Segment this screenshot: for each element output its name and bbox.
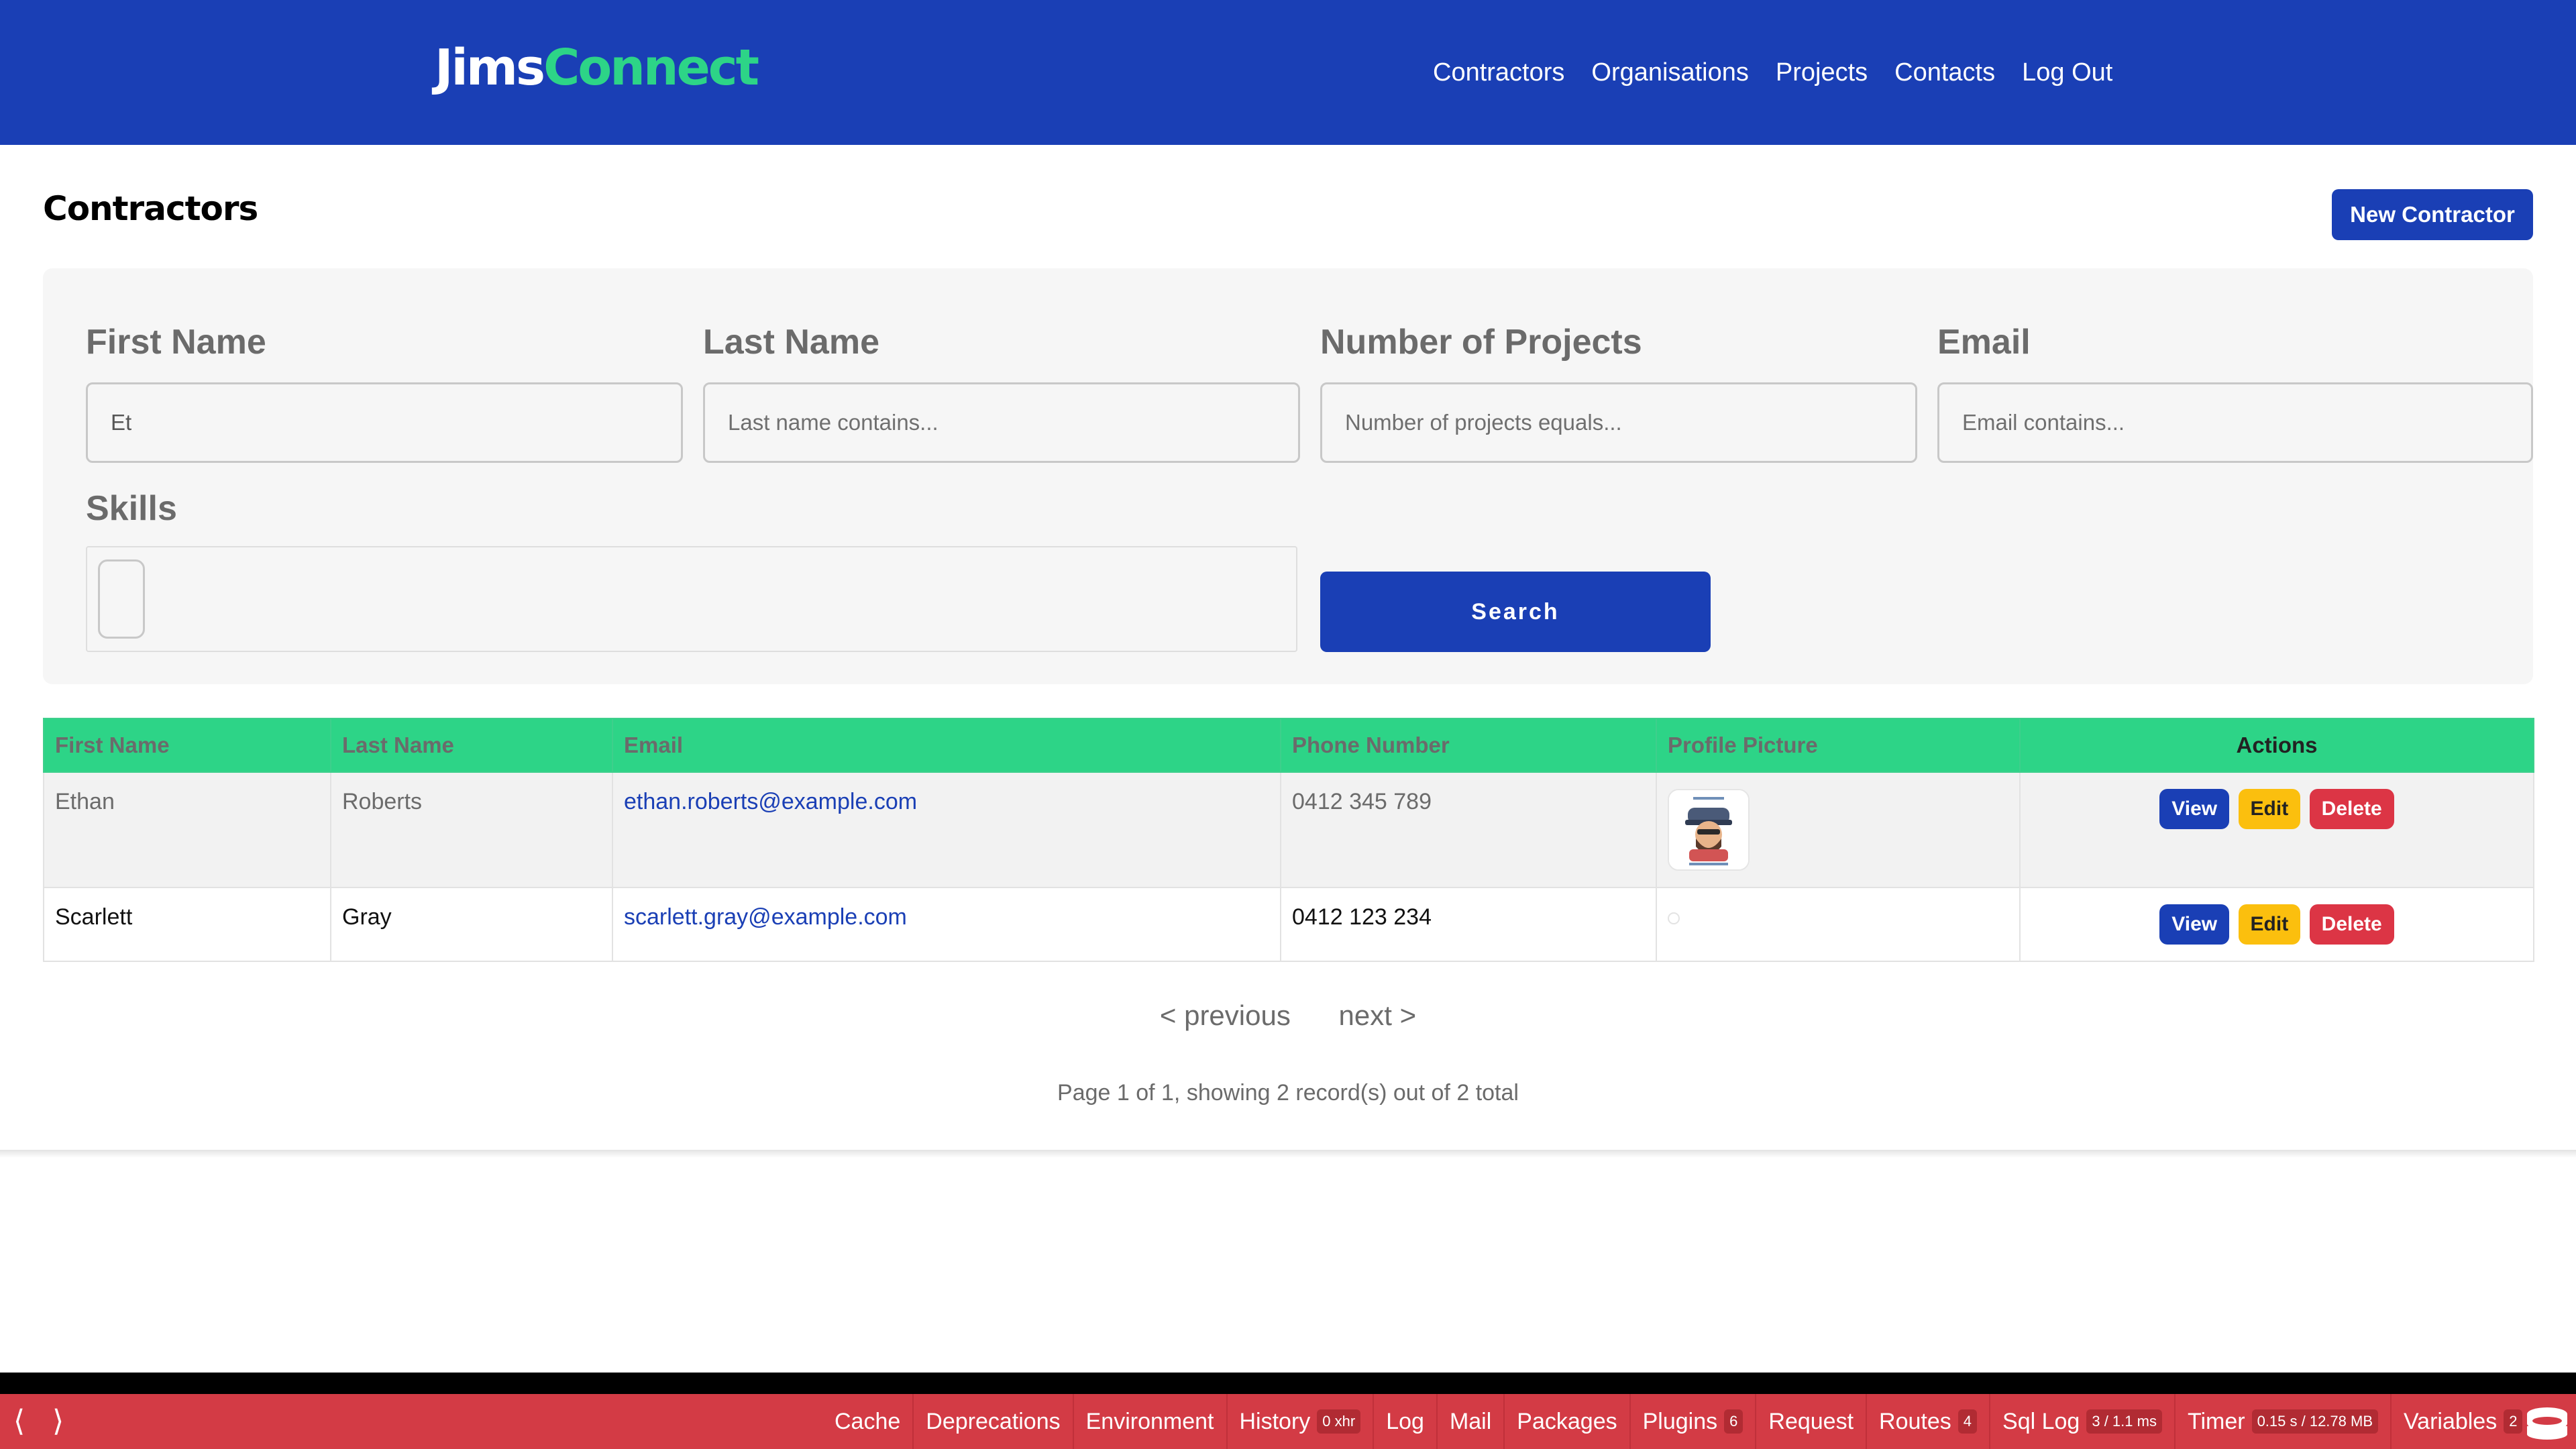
next-page-link[interactable]: next > xyxy=(1339,1000,1417,1031)
brand-logo[interactable]: JimsConnect xyxy=(435,38,759,98)
first-name-filter-input[interactable] xyxy=(86,382,683,463)
view-button[interactable]: View xyxy=(2159,789,2230,829)
contractors-table: First Name Last Name Email Phone Number … xyxy=(43,718,2534,962)
nav-projects[interactable]: Projects xyxy=(1776,52,1868,93)
row-actions: View Edit Delete xyxy=(2019,771,2534,888)
email-label: Email xyxy=(1937,323,2031,362)
cell-last-name: Roberts xyxy=(330,771,613,888)
debug-panel-packages[interactable]: Packages xyxy=(1503,1394,1629,1449)
search-button[interactable]: Search xyxy=(1320,572,1711,652)
last-name-filter-input[interactable] xyxy=(703,382,1300,463)
cell-phone: 0412 345 789 xyxy=(1280,771,1657,888)
nav-contacts[interactable]: Contacts xyxy=(1894,52,1995,93)
debug-panel-badge: 0.15 s / 12.78 MB xyxy=(2251,1409,2378,1434)
debug-panel-label: Request xyxy=(1768,1408,1854,1434)
email-link[interactable]: ethan.roberts@example.com xyxy=(624,789,917,814)
debug-panel-plugins[interactable]: Plugins 6 xyxy=(1629,1394,1756,1449)
debug-panel-label: Mail xyxy=(1449,1408,1492,1434)
broken-image-icon xyxy=(1668,912,1680,924)
chef-avatar-icon xyxy=(1669,790,1748,869)
cell-first-name: Ethan xyxy=(43,771,331,888)
nav-contractors[interactable]: Contractors xyxy=(1433,52,1564,93)
table-row: Ethan Roberts ethan.roberts@example.com … xyxy=(43,771,2534,888)
column-header[interactable]: Email xyxy=(612,718,1281,773)
skills-input[interactable] xyxy=(98,559,145,639)
edit-button[interactable]: Edit xyxy=(2238,904,2301,945)
debug-kit-toolbar: ⟨ ⟩ Cache Deprecations Environment History 0… xyxy=(0,1394,2576,1449)
debug-collapse-icon[interactable]: ⟨ xyxy=(13,1394,25,1449)
debug-panel-deprecations[interactable]: Deprecations xyxy=(912,1394,1072,1449)
column-header: Actions xyxy=(2019,718,2534,773)
view-button[interactable]: View xyxy=(2159,904,2230,945)
cell-last-name: Gray xyxy=(330,887,613,962)
debug-panel-label: Deprecations xyxy=(926,1408,1061,1434)
email-link[interactable]: scarlett.gray@example.com xyxy=(624,904,907,930)
skills-select[interactable] xyxy=(86,546,1297,652)
cakephp-logo-icon[interactable] xyxy=(2524,1405,2571,1440)
page-title: Contractors xyxy=(43,189,258,228)
skills-label: Skills xyxy=(86,489,177,528)
debug-panel-cache[interactable]: Cache xyxy=(822,1394,912,1449)
column-header[interactable]: Phone Number xyxy=(1280,718,1657,773)
debug-panel-history[interactable]: History 0 xhr xyxy=(1226,1394,1373,1449)
edit-button[interactable]: Edit xyxy=(2238,789,2301,829)
debug-panel-sql-log[interactable]: Sql Log 3 / 1.1 ms xyxy=(1989,1394,2174,1449)
debug-panel-label: Sql Log xyxy=(2002,1408,2080,1434)
debug-panel-label: Log xyxy=(1386,1408,1424,1434)
debug-panel-badge: 2 xyxy=(2504,1409,2523,1434)
debug-panel-timer[interactable]: Timer 0.15 s / 12.78 MB xyxy=(2174,1394,2390,1449)
nav-log-out[interactable]: Log Out xyxy=(2022,52,2112,93)
new-contractor-button[interactable]: New Contractor xyxy=(2332,189,2533,240)
debug-panel-log[interactable]: Log xyxy=(1373,1394,1436,1449)
search-filters-panel: First Name Last Name Number of Projects … xyxy=(43,268,2533,684)
debug-bar-border xyxy=(0,1373,2576,1394)
debug-panel-label: History xyxy=(1239,1408,1311,1434)
debug-panel-environment[interactable]: Environment xyxy=(1072,1394,1226,1449)
cell-phone: 0412 123 234 xyxy=(1280,887,1657,962)
debug-panel-badge: 4 xyxy=(1957,1409,1978,1434)
debug-panel-label: Variables xyxy=(2404,1408,2498,1434)
previous-page-link[interactable]: < previous xyxy=(1160,1000,1291,1031)
cell-first-name: Scarlett xyxy=(43,887,331,962)
profile-picture-thumbnail[interactable] xyxy=(1668,789,1750,871)
debug-panel-label: Timer xyxy=(2187,1408,2245,1434)
debug-panel-badge: 0 xhr xyxy=(1317,1409,1361,1434)
debug-panel-label: Environment xyxy=(1085,1408,1214,1434)
last-name-label: Last Name xyxy=(703,323,879,362)
debug-panel-label: Cache xyxy=(835,1408,901,1434)
debug-panel-mail[interactable]: Mail xyxy=(1436,1394,1503,1449)
column-header[interactable]: First Name xyxy=(43,718,331,773)
first-name-label: First Name xyxy=(86,323,266,362)
debug-panel-badge: 6 xyxy=(1724,1409,1743,1434)
table-header-row: First Name Last Name Email Phone Number … xyxy=(43,718,2534,773)
number-of-projects-label: Number of Projects xyxy=(1320,323,1642,362)
pagination-info: Page 1 of 1, showing 2 record(s) out of … xyxy=(1057,1080,1519,1106)
column-header[interactable]: Last Name xyxy=(330,718,613,773)
debug-panel-label: Routes xyxy=(1879,1408,1951,1434)
debug-panels: Cache Deprecations Environment History 0 xhr… xyxy=(822,1394,2534,1449)
column-header[interactable]: Profile Picture xyxy=(1656,718,2021,773)
debug-expand-icon[interactable]: ⟩ xyxy=(52,1394,64,1449)
pagination: < previous next > xyxy=(0,1000,2576,1032)
main-nav: Contractors Organisations Projects Conta… xyxy=(1433,52,2112,93)
table-row: Scarlett Gray scarlett.gray@example.com … xyxy=(43,887,2534,962)
row-actions: View Edit Delete xyxy=(2019,887,2534,962)
content-card-shadow xyxy=(0,1150,2576,1158)
debug-panel-variables[interactable]: Variables 2 xyxy=(2390,1394,2534,1449)
email-filter-input[interactable] xyxy=(1937,382,2533,463)
delete-button[interactable]: Delete xyxy=(2309,904,2394,945)
debug-panel-label: Plugins xyxy=(1642,1408,1718,1434)
number-of-projects-filter-input[interactable] xyxy=(1320,382,1917,463)
nav-organisations[interactable]: Organisations xyxy=(1591,52,1748,93)
debug-panel-badge: 3 / 1.1 ms xyxy=(2086,1409,2162,1434)
debug-panel-request[interactable]: Request xyxy=(1755,1394,1866,1449)
delete-button[interactable]: Delete xyxy=(2309,789,2394,829)
debug-panel-label: Packages xyxy=(1517,1408,1617,1434)
debug-panel-routes[interactable]: Routes 4 xyxy=(1866,1394,1989,1449)
top-navbar: JimsConnect Contractors Organisations Pr… xyxy=(0,0,2576,145)
